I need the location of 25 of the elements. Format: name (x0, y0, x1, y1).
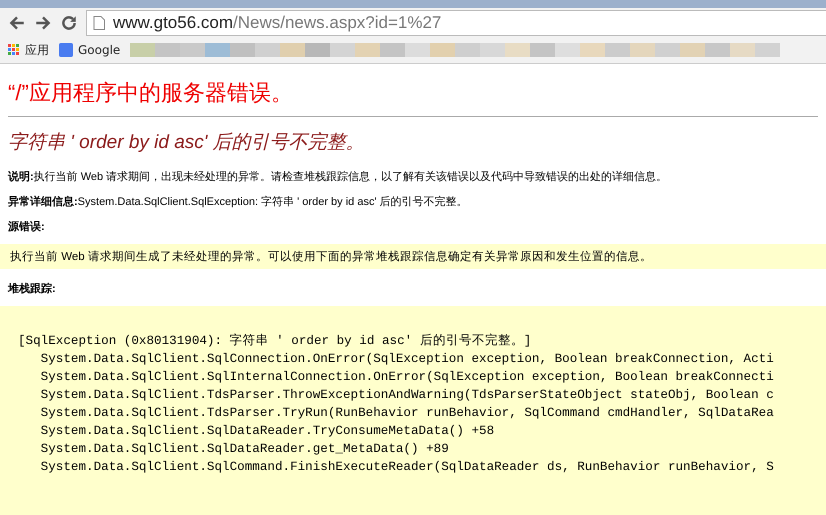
page-icon (93, 16, 105, 30)
error-message: 字符串 ' order by id asc' 后的引号不完整。 (8, 131, 366, 155)
detail-label: 说明: (8, 171, 34, 183)
stack-trace-line: System.Data.SqlClient.SqlDataReader.TryConsumeMetaData() +58 (40, 423, 496, 440)
bookmark[interactable]: Google (59, 43, 120, 57)
stack-trace-line: System.Data.SqlClient.SqlConnection.OnError(SqlException exception, Boolean breakConnection, Acti (40, 351, 775, 368)
section-label: 堆栈跟踪: (8, 283, 56, 295)
stack-trace-line: System.Data.SqlClient.TdsParser.TryRun(RunBehavior runBehavior, SqlCommand cmdHandler, SqlDataRea (40, 405, 775, 422)
back-arrow-icon[interactable] (8, 14, 26, 32)
detail-text: 执行当前 Web 请求期间，出现未经处理的异常。请检查堆栈跟踪信息，以了解有关该错误以及代码中导致错误的出处的详细信息。 (34, 171, 668, 183)
stack-trace-line: [SqlException (0x80131904): 字符串 ' order by id asc' 后的引号不完整。] (18, 332, 532, 350)
stack-trace-line: System.Data.SqlClient.SqlDataReader.get_MetaData() +89 (40, 441, 450, 458)
forward-arrow-icon[interactable] (34, 14, 52, 32)
error-title: “/”应用程序中的服务器错误。 (8, 79, 294, 107)
source-error-note: 执行当前 Web 请求期间生成了未经处理的异常。可以使用下面的异常堆栈跟踪信息确定有关异常原因和发生位置的信息。 (0, 244, 826, 269)
reload-icon[interactable] (60, 14, 78, 32)
stack-trace-line: System.Data.SqlClient.SqlCommand.FinishExecuteReader(SqlDataReader ds, RunBehavior runBehavior, S (40, 459, 775, 476)
detail-text: System.Data.SqlClient.SqlException: 字符串 ' order by id asc' 后的引号不完整。 (78, 196, 468, 208)
address-bar[interactable]: www.gto56.com/News/news.aspx?id=1%27 (86, 10, 826, 36)
bookmark[interactable]: 应用 (8, 42, 49, 58)
stack-trace-line: System.Data.SqlClient.TdsParser.ThrowExceptionAndWarning(TdsParserStateObject stateObj, Boolean c (40, 387, 775, 404)
stack-trace-line: System.Data.SqlClient.SqlInternalConnection.OnError(SqlException exception, Boolean breakConnecti (40, 369, 775, 386)
detail-label: 异常详细信息: (8, 196, 78, 208)
section-label: 源错误: (8, 221, 45, 233)
apps-grid-icon (8, 44, 20, 56)
